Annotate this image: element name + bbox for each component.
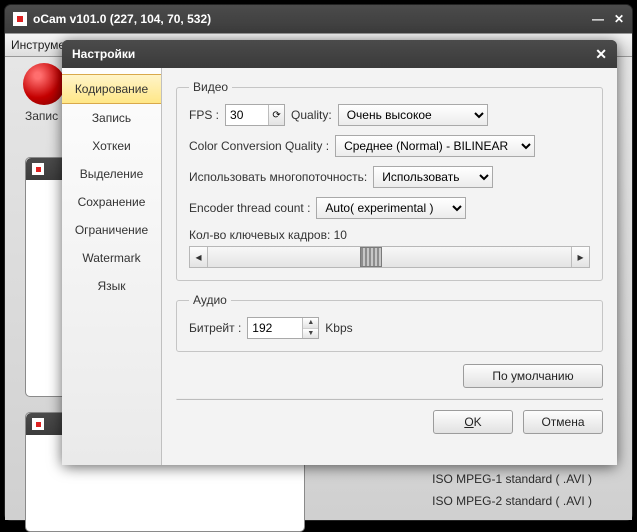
tab-highlight[interactable]: Выделение <box>62 160 161 188</box>
app-icon <box>32 418 44 430</box>
app-icon <box>13 12 27 26</box>
bitrate-label: Битрейт : <box>189 321 241 335</box>
mt-label: Использовать многопоточность: <box>189 170 367 184</box>
separator <box>176 398 603 400</box>
close-icon[interactable]: ✕ <box>595 46 607 63</box>
dialog-title: Настройки <box>72 47 135 61</box>
app-icon <box>32 163 44 175</box>
tab-watermark[interactable]: Watermark <box>62 244 161 272</box>
settings-content: Видео FPS : ⟳ Quality: Очень высокое Col… <box>162 68 617 465</box>
mt-select[interactable]: Использовать <box>373 166 493 188</box>
fps-label: FPS : <box>189 108 219 122</box>
audio-legend: Аудио <box>189 293 231 307</box>
tab-encoding[interactable]: Кодирование <box>62 74 161 104</box>
settings-sidebar: Кодирование Запись Хоткеи Выделение Сохр… <box>62 68 162 465</box>
codec-item[interactable]: ISO MPEG-2 standard ( .AVI ) <box>432 490 592 512</box>
chevron-down-icon[interactable]: ▼ <box>303 329 318 339</box>
tab-hotkeys[interactable]: Хоткеи <box>62 132 161 160</box>
defaults-button[interactable]: По умолчанию <box>463 364 603 388</box>
etc-select[interactable]: Auto( experimental ) <box>316 197 466 219</box>
refresh-icon[interactable]: ⟳ <box>268 105 284 125</box>
codec-list: ISO MPEG-1 standard ( .AVI ) ISO MPEG-2 … <box>432 468 592 512</box>
main-titlebar[interactable]: oCam v101.0 (227, 104, 70, 532) — ✕ <box>5 5 632 33</box>
bitrate-unit: Kbps <box>325 321 352 335</box>
ok-button[interactable]: OK <box>433 410 513 434</box>
dialog-body: Кодирование Запись Хоткеи Выделение Сохр… <box>62 68 617 465</box>
cancel-button[interactable]: Отмена <box>523 410 603 434</box>
tab-record[interactable]: Запись <box>62 104 161 132</box>
video-group: Видео FPS : ⟳ Quality: Очень высокое Col… <box>176 80 603 281</box>
tab-limit[interactable]: Ограничение <box>62 216 161 244</box>
slider-right-icon[interactable]: ▸ <box>571 247 589 267</box>
quality-select[interactable]: Очень высокое <box>338 104 488 126</box>
close-icon[interactable]: ✕ <box>614 12 624 26</box>
dialog-titlebar[interactable]: Настройки ✕ <box>62 40 617 68</box>
main-title: oCam v101.0 (227, 104, 70, 532) <box>33 12 211 26</box>
fps-spinner[interactable]: ⟳ <box>225 104 285 126</box>
bitrate-spinner[interactable]: ▲ ▼ <box>247 317 319 339</box>
tab-lang[interactable]: Язык <box>62 272 161 300</box>
settings-dialog: Настройки ✕ Кодирование Запись Хоткеи Вы… <box>62 40 617 465</box>
slider-left-icon[interactable]: ◂ <box>190 247 208 267</box>
ccq-select[interactable]: Среднее (Normal) - BILINEAR <box>335 135 535 157</box>
quality-label: Quality: <box>291 108 332 122</box>
keyframes-label: Кол-во ключевых кадров: 10 <box>189 228 347 242</box>
video-legend: Видео <box>189 80 232 94</box>
record-label: Запис <box>25 109 58 123</box>
codec-item[interactable]: ISO MPEG-1 standard ( .AVI ) <box>432 468 592 490</box>
record-button[interactable] <box>23 63 65 105</box>
chevron-up-icon[interactable]: ▲ <box>303 318 318 329</box>
etc-label: Encoder thread count : <box>189 201 310 215</box>
bitrate-input[interactable] <box>248 318 302 338</box>
audio-group: Аудио Битрейт : ▲ ▼ Kbps <box>176 293 603 352</box>
keyframes-slider[interactable]: ◂ ▸ <box>189 246 590 268</box>
minimize-icon[interactable]: — <box>592 12 604 26</box>
tab-save[interactable]: Сохранение <box>62 188 161 216</box>
ccq-label: Color Conversion Quality : <box>189 139 329 153</box>
slider-thumb[interactable] <box>360 247 382 267</box>
fps-input[interactable] <box>226 105 268 125</box>
slider-track[interactable] <box>208 247 571 267</box>
